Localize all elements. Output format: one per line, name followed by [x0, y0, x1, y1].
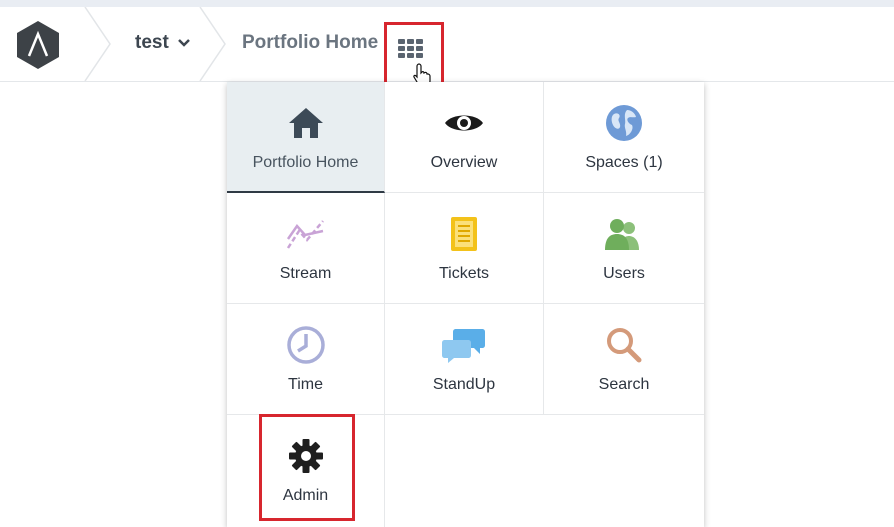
- breadcrumb-separator: [199, 7, 226, 81]
- menu-item-users[interactable]: Users: [544, 193, 704, 304]
- menu-item-overview[interactable]: Overview: [385, 82, 544, 193]
- users-icon: [605, 219, 639, 250]
- globe-icon: [606, 105, 642, 141]
- assembla-logo-icon[interactable]: [13, 20, 63, 70]
- menu-item-label: Search: [598, 376, 650, 393]
- clock-icon: [286, 326, 325, 364]
- menu-item-label: Time: [288, 376, 323, 393]
- menu-item-label: StandUp: [432, 376, 496, 393]
- menu-item-tickets[interactable]: Tickets: [385, 193, 544, 304]
- search-icon: [607, 328, 642, 363]
- project-selector[interactable]: test: [135, 32, 191, 54]
- menu-empty-cell: [385, 415, 544, 527]
- menu-item-time[interactable]: Time: [227, 304, 385, 415]
- menu-item-portfolio-home[interactable]: Portfolio Home: [227, 82, 385, 193]
- menu-item-label: Portfolio Home: [252, 154, 359, 171]
- chat-bubbles-icon: [442, 329, 485, 363]
- breadcrumb-separator: [84, 7, 111, 81]
- menu-item-label: Admin: [282, 487, 329, 504]
- menu-item-label: Tickets: [438, 265, 490, 282]
- menu-item-label: Stream: [279, 265, 332, 282]
- header-bar: test Portfolio Home: [0, 7, 894, 90]
- menu-empty-cell: [544, 415, 704, 527]
- stream-chart-icon: [286, 220, 324, 249]
- menu-item-label: Users: [603, 265, 645, 282]
- breadcrumb-current-page[interactable]: Portfolio Home: [242, 32, 378, 54]
- gear-icon: [288, 439, 323, 473]
- menu-item-spaces[interactable]: Spaces (1): [544, 82, 704, 193]
- menu-item-standup[interactable]: StandUp: [385, 304, 544, 415]
- app-switcher-menu: Portfolio Home Overview Spaces (1) Strea…: [227, 82, 704, 527]
- ticket-icon: [451, 217, 477, 251]
- project-name: test: [135, 32, 169, 53]
- grid-icon: [398, 39, 423, 58]
- eye-icon: [445, 115, 483, 131]
- menu-item-stream[interactable]: Stream: [227, 193, 385, 304]
- home-icon: [288, 108, 323, 138]
- top-strip: [0, 0, 894, 7]
- chevron-down-icon: [177, 39, 190, 47]
- menu-item-admin[interactable]: Admin: [227, 415, 385, 527]
- menu-item-label: Spaces (1): [585, 154, 663, 171]
- menu-item-search[interactable]: Search: [544, 304, 704, 415]
- app-switcher-button[interactable]: [384, 22, 444, 90]
- menu-item-label: Overview: [430, 154, 498, 171]
